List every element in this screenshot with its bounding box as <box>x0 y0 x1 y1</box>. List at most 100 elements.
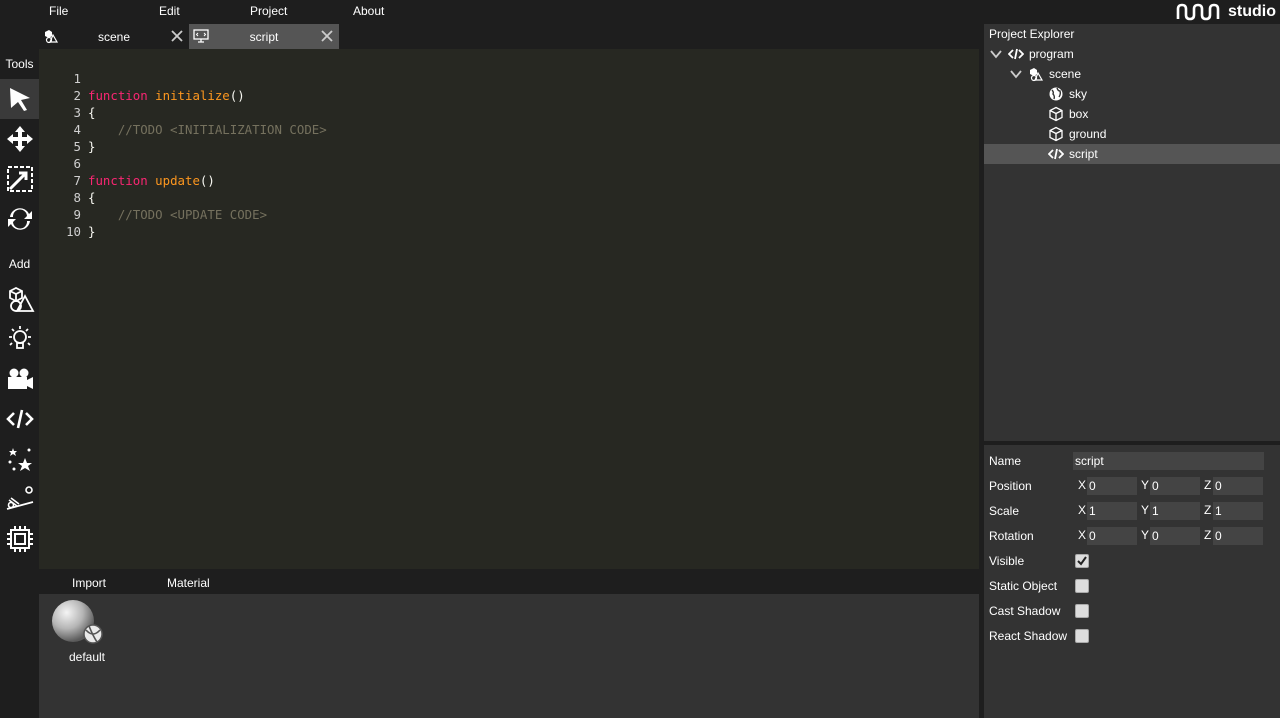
code-editor[interactable]: 1 function initialize() 2 { 3 //TODO <IN… <box>39 49 979 569</box>
asset-tab-bar: Import Material <box>39 569 979 594</box>
tree-item-box[interactable]: box <box>984 104 1280 124</box>
move-icon <box>6 126 33 152</box>
code-line: 3 //TODO <INITIALIZATION CODE> <box>39 87 979 137</box>
import-menu[interactable]: Import <box>72 576 106 590</box>
position-z-input[interactable] <box>1213 477 1263 495</box>
scale-y-input[interactable] <box>1150 502 1200 520</box>
close-icon[interactable] <box>170 29 184 43</box>
axis-z-label: Z <box>1204 478 1212 492</box>
select-tool-button[interactable] <box>0 79 39 119</box>
add-light-button[interactable] <box>0 319 39 359</box>
rotate-tool-button[interactable] <box>0 199 39 239</box>
close-icon[interactable] <box>320 29 334 43</box>
object-properties-panel: Name Position X Y Z Scale X Y Z Rotation… <box>984 445 1280 718</box>
add-device-icon <box>6 526 33 552</box>
add-label: Add <box>8 257 31 271</box>
chevron-down-icon[interactable] <box>1009 67 1023 81</box>
axis-z-label: Z <box>1204 528 1212 542</box>
chevron-down-icon[interactable] <box>989 47 1003 61</box>
tree-item-scene[interactable]: scene <box>984 64 1280 84</box>
add-script-button[interactable] <box>0 399 39 439</box>
explorer-title: Project Explorer <box>989 27 1075 41</box>
scale-z-input[interactable] <box>1213 502 1263 520</box>
tree-item-label: ground <box>1069 127 1107 141</box>
visible-label: Visible <box>989 554 1025 568</box>
add-camera-button[interactable] <box>0 359 39 399</box>
static-object-checkbox[interactable] <box>1075 579 1089 593</box>
asset-item-default-material[interactable]: default <box>51 600 115 664</box>
logo-wave-icon <box>1176 3 1220 21</box>
code-line: 10 <box>39 206 979 239</box>
code-line: 4 } <box>39 104 979 154</box>
left-toolbar: Tools Add <box>0 24 39 718</box>
line-number: 10 <box>66 224 81 239</box>
rotation-x-input[interactable] <box>1087 527 1137 545</box>
cube-icon <box>1049 126 1063 142</box>
code-line: 6 function update() <box>39 138 979 188</box>
code-line: 2 { <box>39 70 979 120</box>
visible-checkbox[interactable] <box>1075 554 1089 568</box>
add-model-icon <box>8 286 34 312</box>
app-logo: studio <box>1176 1 1276 23</box>
move-tool-button[interactable] <box>0 119 39 159</box>
name-label: Name <box>989 454 1022 468</box>
editor-tab-bar: scene script <box>39 24 979 49</box>
tree-item-label: box <box>1069 107 1089 121</box>
add-script-icon <box>5 409 34 429</box>
tab-script[interactable]: script <box>189 24 339 49</box>
static-object-label: Static Object <box>989 579 1058 593</box>
add-device-button[interactable] <box>0 519 39 559</box>
tree-item-label: sky <box>1069 87 1087 101</box>
position-label: Position <box>989 479 1032 493</box>
axis-y-label: Y <box>1141 528 1150 542</box>
tree-item-label: program <box>1029 47 1074 61</box>
code-icon <box>1008 48 1024 60</box>
checkmark-icon <box>1077 556 1087 566</box>
asset-explorer: default <box>39 594 979 718</box>
scene-icon <box>1030 68 1044 82</box>
sky-icon <box>1049 87 1063 101</box>
code-line: 9 } <box>39 189 979 239</box>
cube-icon <box>1049 106 1063 122</box>
tab-scene[interactable]: scene <box>39 24 189 49</box>
position-y-input[interactable] <box>1150 477 1200 495</box>
name-input[interactable] <box>1073 452 1264 470</box>
rotation-y-input[interactable] <box>1150 527 1200 545</box>
tree-item-label: script <box>1069 147 1098 161</box>
cast-shadow-label: Cast Shadow <box>989 604 1061 618</box>
code-line: 1 function initialize() <box>39 53 979 103</box>
tree-item-ground[interactable]: ground <box>984 124 1280 144</box>
react-shadow-label: React Shadow <box>989 629 1068 643</box>
rotation-label: Rotation <box>989 529 1034 543</box>
menu-project[interactable]: Project <box>250 4 287 18</box>
tab-scene-label: scene <box>97 29 131 44</box>
scale-label: Scale <box>989 504 1020 518</box>
select-arrow-icon <box>9 88 30 111</box>
tree-item-program[interactable]: program <box>984 44 1280 64</box>
cast-shadow-checkbox[interactable] <box>1075 604 1089 618</box>
tree-item-script[interactable]: script <box>984 144 1280 164</box>
position-x-input[interactable] <box>1087 477 1137 495</box>
material-sphere-icon <box>52 600 103 644</box>
axis-x-label: X <box>1078 478 1087 492</box>
scale-x-input[interactable] <box>1087 502 1137 520</box>
add-effects-button[interactable] <box>0 439 39 479</box>
code-line: 7 { <box>39 155 979 205</box>
material-menu[interactable]: Material <box>167 576 210 590</box>
tree-item-label: scene <box>1049 67 1082 81</box>
axis-x-label: X <box>1078 528 1087 542</box>
axis-x-label: X <box>1078 503 1087 517</box>
add-physics-button[interactable] <box>0 479 39 519</box>
code-icon <box>1048 148 1064 160</box>
tools-label: Tools <box>5 57 34 71</box>
menu-file[interactable]: File <box>49 4 68 18</box>
rotation-z-input[interactable] <box>1213 527 1263 545</box>
add-model-button[interactable] <box>0 279 39 319</box>
code-line: 5 <box>39 121 979 154</box>
tree-item-sky[interactable]: sky <box>984 84 1280 104</box>
menu-about[interactable]: About <box>353 4 384 18</box>
menu-edit[interactable]: Edit <box>159 4 180 18</box>
add-camera-icon <box>7 368 33 389</box>
scale-tool-button[interactable] <box>0 159 39 199</box>
react-shadow-checkbox[interactable] <box>1075 629 1089 643</box>
